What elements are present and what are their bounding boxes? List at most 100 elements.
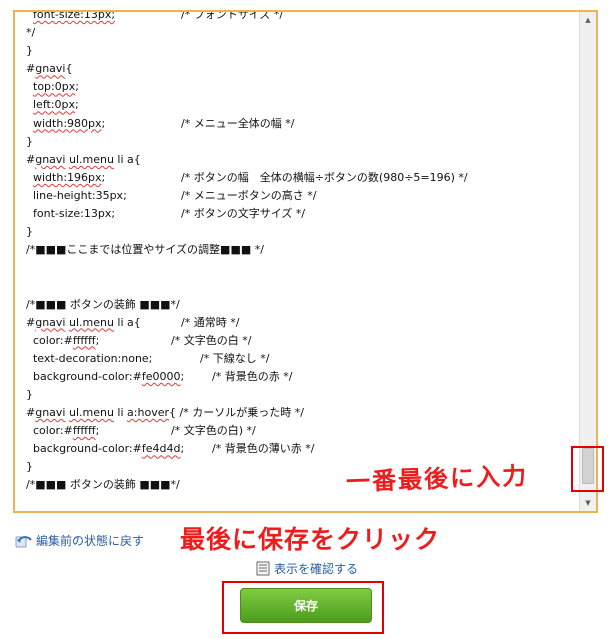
code-text: ; xyxy=(75,80,79,94)
spellcheck-underlined-text: gnavi xyxy=(35,152,66,166)
code-comment: /* 背景色の薄い赤 */ xyxy=(212,442,315,456)
scroll-down-arrow-icon[interactable]: ▼ xyxy=(580,495,596,511)
code-text: ; xyxy=(95,424,100,438)
code-line: color:#ffffff; /* 文字色の白) */ xyxy=(26,422,576,440)
annotation-click-save: 最後に保存をクリック xyxy=(180,525,441,554)
code-content[interactable]: font-size:13px;/* フォントサイズ */*/} #gnavi{ t… xyxy=(26,10,576,495)
spellcheck-underlined-text: font-size:13px; xyxy=(33,10,116,21)
code-text: ; xyxy=(95,333,100,347)
code-comment: /* 下線なし */ xyxy=(200,351,270,365)
code-line: background-color:#fe0000; /* 背景色の赤 */ xyxy=(26,368,576,386)
code-line: */ xyxy=(26,24,576,42)
code-line: text-decoration:none; /* 下線なし */ xyxy=(26,350,576,368)
spellcheck-underlined-text: ul.menu xyxy=(68,152,114,166)
code-line: } xyxy=(26,386,576,404)
spellcheck-underlined-text: gnavi xyxy=(35,315,66,329)
code-text: } xyxy=(26,225,33,239)
code-line: font-size:13px; /* フォントサイズ */ xyxy=(26,10,576,24)
code-text: font-size:13px; xyxy=(26,207,116,221)
spellcheck-underlined-text: ffffff xyxy=(72,333,96,347)
code-text: ; xyxy=(75,98,79,112)
code-text: ; xyxy=(180,369,185,383)
code-line: #gnavi ul.menu li a{ xyxy=(26,151,576,169)
spellcheck-underlined-text: gnavi xyxy=(35,406,66,420)
code-text: ; xyxy=(180,442,185,456)
code-line: width:196px; /* ボタンの幅 全体の横幅÷ボタンの数(980÷5=1… xyxy=(26,169,576,187)
code-line: top:0px; xyxy=(26,78,576,96)
code-line: background-color:#fe4d4d; /* 背景色の薄い赤 */ xyxy=(26,440,576,458)
spellcheck-underlined-text: left:0px xyxy=(33,98,76,112)
code-text: text-decoration:none; xyxy=(26,351,153,365)
code-text: } xyxy=(26,460,33,474)
document-icon xyxy=(256,561,270,576)
undo-arrow-icon xyxy=(15,535,32,547)
annotation-input-at-end: 一番最後に入力 xyxy=(345,461,529,497)
code-comment: /* 通常時 */ xyxy=(181,315,240,329)
save-button[interactable]: 保存 xyxy=(240,588,372,623)
preview-link[interactable]: 表示を確認する xyxy=(256,560,358,577)
spellcheck-underlined-text: ffffff xyxy=(72,424,96,438)
revert-link[interactable]: 編集前の状態に戻す xyxy=(15,532,144,549)
code-text: */ xyxy=(26,26,36,40)
code-text: { /* カーソルが乗った時 */ xyxy=(169,406,304,420)
code-comment: /* ボタンの文字サイズ */ xyxy=(181,207,306,221)
spellcheck-underlined-text: ul.menu xyxy=(68,315,114,329)
code-comment: /* 文字色の白 */ xyxy=(171,333,252,347)
preview-link-label[interactable]: 表示を確認する xyxy=(274,560,358,577)
code-text: color:# xyxy=(26,333,73,347)
code-text: /*■■■ ボタンの装飾 ■■■*/ xyxy=(26,478,180,492)
spellcheck-underlined-text: a:hover xyxy=(127,406,169,420)
code-comment: /* 文字色の白) */ xyxy=(171,424,256,438)
code-comment: /* メニューボタンの高さ */ xyxy=(181,188,317,202)
code-text: li a{ xyxy=(113,315,141,329)
spellcheck-underlined-text: ul.menu xyxy=(68,406,114,420)
code-line: /*■■■ ボタンの装飾 ■■■*/ xyxy=(26,296,576,314)
code-text: color:# xyxy=(26,424,73,438)
code-text: # xyxy=(26,315,36,329)
code-text: } xyxy=(26,134,33,148)
code-text: ; xyxy=(101,170,106,184)
scrollbar-highlight-box xyxy=(571,446,604,492)
code-text: li a{ xyxy=(113,152,141,166)
code-editor-textarea[interactable]: font-size:13px;/* フォントサイズ */*/} #gnavi{ t… xyxy=(13,10,598,513)
spellcheck-underlined-text: top:0px xyxy=(33,80,76,94)
code-text: { xyxy=(65,62,73,76)
scroll-up-arrow-icon[interactable]: ▲ xyxy=(580,12,596,28)
code-text: line-height:35px; xyxy=(26,188,127,202)
code-text: /*■■■ ボタンの装飾 ■■■*/ xyxy=(26,297,180,311)
code-comment: /* 背景色の赤 */ xyxy=(212,369,293,383)
code-comment: /* ボタンの幅 全体の横幅÷ボタンの数(980÷5=196) */ xyxy=(181,170,468,184)
vertical-scrollbar[interactable]: ▲ ▼ xyxy=(579,12,596,511)
code-line: line-height:35px; /* メニューボタンの高さ */ xyxy=(26,187,576,205)
spellcheck-underlined-text: fe0000 xyxy=(141,369,181,383)
code-line: color:#ffffff; /* 文字色の白 */ xyxy=(26,332,576,350)
code-line: width:980px; /* メニュー全体の幅 */ xyxy=(26,115,576,133)
code-line: left:0px; xyxy=(26,96,576,114)
code-text: ; xyxy=(101,116,106,130)
code-text: li xyxy=(113,406,128,420)
revert-link-label[interactable]: 編集前の状態に戻す xyxy=(36,532,144,549)
code-text: # xyxy=(26,62,36,76)
code-line: /*■■■ここまでは位置やサイズの調整■■■ */ xyxy=(26,241,576,259)
code-line: font-size:13px; /* ボタンの文字サイズ */ xyxy=(26,205,576,223)
code-text: # xyxy=(26,152,36,166)
code-comment: /* メニュー全体の幅 */ xyxy=(181,116,295,130)
code-line: } xyxy=(26,42,576,60)
code-text: } xyxy=(26,387,33,401)
spellcheck-underlined-text: gnavi xyxy=(35,62,66,76)
code-text: /*■■■ここまでは位置やサイズの調整■■■ */ xyxy=(26,243,264,257)
code-text: # xyxy=(26,406,36,420)
code-line: #gnavi{ xyxy=(26,60,576,78)
spellcheck-underlined-text: fe4d4d xyxy=(141,442,181,456)
code-text: background-color:# xyxy=(26,442,142,456)
spellcheck-underlined-text: width:196px xyxy=(33,170,102,184)
code-line: } xyxy=(26,223,576,241)
code-text: } xyxy=(26,44,33,58)
code-line: } xyxy=(26,133,576,151)
